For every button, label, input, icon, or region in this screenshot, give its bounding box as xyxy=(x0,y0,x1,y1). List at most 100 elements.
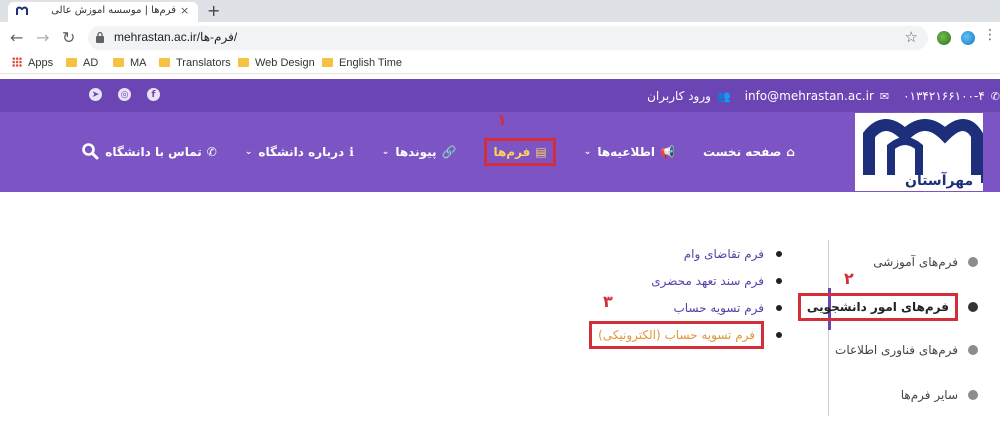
bullet-icon xyxy=(776,250,782,257)
document-icon: ▤ xyxy=(535,145,547,159)
bullet-icon xyxy=(968,345,978,355)
folder-icon xyxy=(66,58,77,67)
step-number-3: ۳ xyxy=(603,292,613,311)
bullet-icon xyxy=(968,390,978,400)
nav-label: درباره دانشگاه xyxy=(258,145,345,159)
bookmarks-bar: Apps AD MA Translators Web Design Englis… xyxy=(0,54,1000,74)
nav-label: پیوندها xyxy=(395,145,437,159)
bookmark-translators[interactable]: Translators xyxy=(159,57,231,71)
bookmark-english-time[interactable]: English Time xyxy=(322,57,402,71)
nav-menu: ⌂ صفحه نخست 📢 اطلاعیه‌ها ⌄ ▤ فرم‌ها 🔗 پیوندها… xyxy=(77,112,795,192)
folder-icon xyxy=(238,58,249,67)
bullet-icon xyxy=(968,302,978,312)
reload-button[interactable]: ↻ xyxy=(62,28,75,47)
forward-button[interactable]: → xyxy=(36,28,49,47)
bookmark-label: AD xyxy=(83,57,99,69)
bookmark-label: English Time xyxy=(339,57,402,69)
contact-info: ✆ ۰۱۳۴۲۱۶۶۱۰۰-۴ ✉ info@mehrastan.ac.ir 👥 ور… xyxy=(633,87,1000,105)
new-tab-button[interactable]: + xyxy=(207,1,220,20)
email-contact[interactable]: ✉ info@mehrastan.ac.ir xyxy=(745,89,889,103)
phone-icon: ✆ xyxy=(990,89,1000,103)
form-link-electronic-clearance[interactable]: فرم تسویه حساب (الکترونیکی) xyxy=(589,320,764,349)
browser-tabstrip: فرم‌ها | موسسه آموزش عالی مهرآستان × + xyxy=(0,0,1000,22)
sidebar-item-label: سایر فرم‌ها xyxy=(900,388,958,402)
phone-number: ۰۱۳۴۲۱۶۶۱۰۰-۴ xyxy=(903,89,985,103)
sidebar-item-it-forms[interactable]: فرم‌های فناوری اطلاعات xyxy=(835,340,978,360)
bookmark-label: Web Design xyxy=(255,57,315,69)
nav-label: تماس با دانشگاه xyxy=(105,145,202,159)
list-item: فرم تسویه حساب xyxy=(589,294,782,321)
forms-list: فرم تقاضای وام فرم سند تعهد محضری فرم تس… xyxy=(589,240,782,349)
bullet-icon xyxy=(968,257,978,267)
nav-links[interactable]: 🔗 پیوندها ⌄ xyxy=(382,145,457,159)
ie-icon[interactable] xyxy=(961,31,975,45)
sidebar-item-student-affairs-forms[interactable]: فرم‌های امور دانشجویی xyxy=(797,293,978,321)
folder-icon xyxy=(159,58,170,67)
tab-close-icon[interactable]: × xyxy=(180,4,189,17)
info-icon: ℹ xyxy=(349,145,354,159)
main-content: فرم‌های آموزشی فرم‌های امور دانشجویی فرم… xyxy=(0,192,1000,444)
bookmark-label: Translators xyxy=(176,57,231,69)
link-icon: 🔗 xyxy=(441,145,457,159)
list-item: فرم تقاضای وام xyxy=(589,240,782,267)
form-link-clearance[interactable]: فرم تسویه حساب xyxy=(673,301,764,315)
social-links: ➤ ◎ f xyxy=(89,88,160,101)
sidebar-item-other-forms[interactable]: سایر فرم‌ها xyxy=(901,385,978,405)
bookmark-label: MA xyxy=(130,57,147,69)
sidebar-item-label: فرم‌های فناوری اطلاعات xyxy=(835,343,958,357)
browser-tab[interactable]: فرم‌ها | موسسه آموزش عالی مهرآستان × xyxy=(8,2,198,22)
phone-icon: ✆ xyxy=(206,145,217,159)
folder-icon xyxy=(113,58,124,67)
facebook-icon[interactable]: f xyxy=(147,88,160,101)
sidebar-item-educational-forms[interactable]: فرم‌های آموزشی xyxy=(873,252,978,272)
users-icon: 👥 xyxy=(716,89,731,103)
nav-home[interactable]: ⌂ صفحه نخست xyxy=(703,145,795,159)
bookmark-web-design[interactable]: Web Design xyxy=(238,57,315,71)
chevron-down-icon: ⌄ xyxy=(583,147,592,157)
telegram-icon[interactable]: ➤ xyxy=(89,88,102,101)
login-link[interactable]: 👥 ورود کاربران xyxy=(647,89,731,103)
tab-title: فرم‌ها | موسسه آموزش عالی مهرآستان xyxy=(48,5,176,16)
nav-about[interactable]: ℹ درباره دانشگاه ⌄ xyxy=(245,145,354,159)
nav-forms[interactable]: ▤ فرم‌ها xyxy=(484,138,556,166)
nav-label: فرم‌ها xyxy=(493,145,531,159)
search-icon[interactable] xyxy=(81,142,99,160)
home-icon: ⌂ xyxy=(786,145,795,159)
sidebar-item-label: فرم‌های آموزشی xyxy=(873,255,958,269)
bullet-icon xyxy=(776,277,782,284)
extension-globe-icon[interactable] xyxy=(937,31,951,45)
chevron-down-icon: ⌄ xyxy=(244,147,253,157)
nav-label: اطلاعیه‌ها xyxy=(597,145,656,159)
email-address: info@mehrastan.ac.ir xyxy=(744,89,874,103)
back-button[interactable]: ← xyxy=(10,28,23,47)
step-number-2: ۲ xyxy=(844,269,854,288)
logo-text: مهرآستان xyxy=(905,173,974,189)
nav-announcements[interactable]: 📢 اطلاعیه‌ها ⌄ xyxy=(584,145,675,159)
sidebar-item-label: فرم‌های امور دانشجویی xyxy=(797,293,958,321)
nav-contact[interactable]: ✆ تماس با دانشگاه xyxy=(105,145,217,159)
nav-label: صفحه نخست xyxy=(703,145,782,159)
megaphone-icon: 📢 xyxy=(660,145,675,159)
phone-contact[interactable]: ✆ ۰۱۳۴۲۱۶۶۱۰۰-۴ xyxy=(903,89,1000,103)
bullet-icon xyxy=(776,304,782,311)
url-text[interactable]: mehrastan.ac.ir/فرم-ها/ xyxy=(114,30,237,44)
step-number-1: ۱ xyxy=(497,110,507,129)
form-link-loan-request[interactable]: فرم تقاضای وام xyxy=(684,247,764,261)
menu-kebab-icon[interactable]: ⋮ xyxy=(983,27,997,43)
browser-toolbar: ← → ↻ mehrastan.ac.ir/فرم-ها/ ☆ ⋮ xyxy=(0,22,1000,54)
bookmark-apps[interactable]: Apps xyxy=(12,57,53,71)
login-label: ورود کاربران xyxy=(647,89,711,103)
site-topbar: ✆ ۰۱۳۴۲۱۶۶۱۰۰-۴ ✉ info@mehrastan.ac.ir 👥 ور… xyxy=(0,79,1000,112)
bookmark-star-icon[interactable]: ☆ xyxy=(905,28,918,46)
form-link-notarized-commitment[interactable]: فرم سند تعهد محضری xyxy=(651,274,764,288)
apps-grid-icon xyxy=(12,57,22,67)
bookmark-ma[interactable]: MA xyxy=(113,57,147,71)
address-bar[interactable]: mehrastan.ac.ir/فرم-ها/ ☆ xyxy=(88,26,928,50)
folder-icon xyxy=(322,58,333,67)
list-item: فرم تسویه حساب (الکترونیکی) xyxy=(589,320,782,349)
bookmark-ad[interactable]: AD xyxy=(66,57,98,71)
bullet-icon xyxy=(776,331,782,338)
instagram-icon[interactable]: ◎ xyxy=(118,88,131,101)
site-logo[interactable]: مهرآستان xyxy=(855,113,983,191)
site-favicon-icon xyxy=(16,6,28,15)
